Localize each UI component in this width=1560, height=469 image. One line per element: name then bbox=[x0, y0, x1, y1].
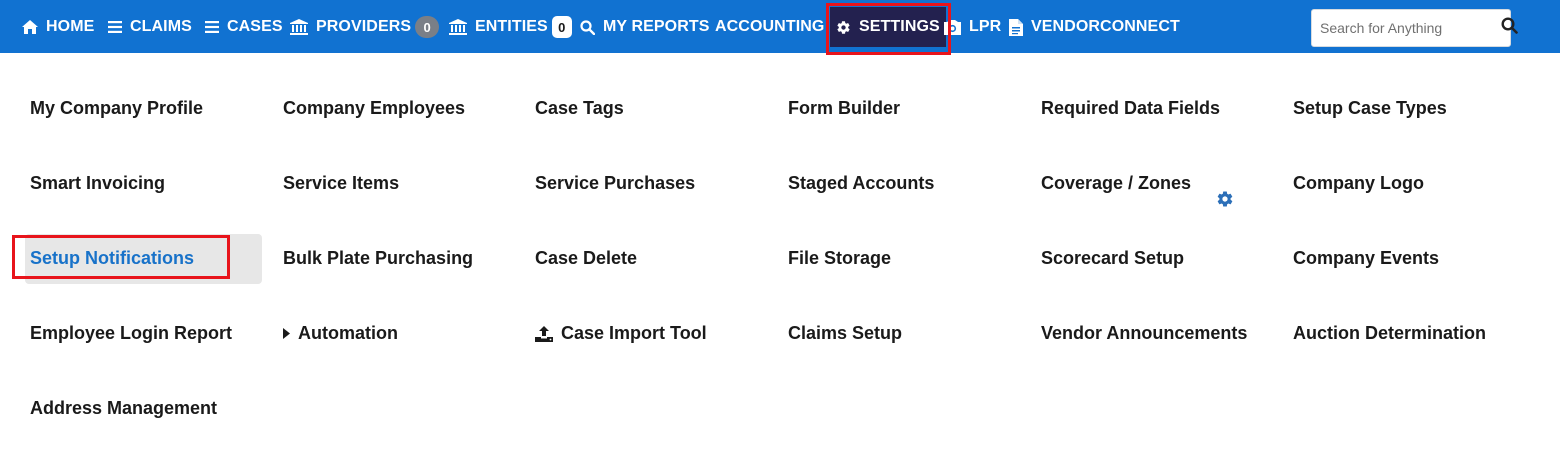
nav-my-reports[interactable]: MY REPORTS bbox=[580, 7, 710, 47]
menu-coverage-zones[interactable]: Coverage / Zones bbox=[1041, 173, 1191, 194]
nav-home-label: HOME bbox=[46, 18, 95, 35]
nav-vendorconnect[interactable]: VENDORCONNECT bbox=[1009, 7, 1180, 47]
menu-bulk-plate-purchasing[interactable]: Bulk Plate Purchasing bbox=[283, 248, 473, 269]
menu-setup-notifications[interactable]: Setup Notifications bbox=[30, 248, 194, 269]
nav-providers[interactable]: PROVIDERS 0 bbox=[290, 7, 440, 47]
menu-employee-login-report[interactable]: Employee Login Report bbox=[30, 323, 232, 344]
menu-staged-accounts[interactable]: Staged Accounts bbox=[788, 173, 934, 194]
nav-cases[interactable]: CASES bbox=[205, 7, 283, 47]
search-icon bbox=[1501, 17, 1518, 39]
nav-settings-label: SETTINGS bbox=[859, 18, 940, 35]
hamburger-icon bbox=[108, 21, 122, 33]
nav-vendorconnect-label: VENDORCONNECT bbox=[1031, 18, 1180, 35]
menu-case-tags[interactable]: Case Tags bbox=[535, 98, 624, 119]
menu-case-import-tool[interactable]: Case Import Tool bbox=[535, 323, 707, 344]
menu-company-employees[interactable]: Company Employees bbox=[283, 98, 465, 119]
upload-icon bbox=[535, 325, 553, 342]
global-search bbox=[1311, 9, 1518, 47]
menu-case-import-tool-label: Case Import Tool bbox=[561, 323, 707, 343]
nav-my-reports-label: MY REPORTS bbox=[603, 18, 710, 35]
gear-icon bbox=[836, 20, 851, 35]
menu-my-company-profile[interactable]: My Company Profile bbox=[30, 98, 203, 119]
nav-claims-label: CLAIMS bbox=[130, 18, 192, 35]
nav-claims[interactable]: CLAIMS bbox=[108, 7, 192, 47]
menu-auction-determination[interactable]: Auction Determination bbox=[1293, 323, 1486, 344]
menu-service-purchases[interactable]: Service Purchases bbox=[535, 173, 695, 194]
menu-required-data-fields[interactable]: Required Data Fields bbox=[1041, 98, 1220, 119]
nav-accounting[interactable]: ACCOUNTING bbox=[715, 7, 824, 47]
nav-settings[interactable]: SETTINGS bbox=[830, 7, 946, 47]
search-button[interactable] bbox=[1501, 10, 1518, 46]
nav-lpr[interactable]: LPR bbox=[944, 7, 1001, 47]
nav-lpr-label: LPR bbox=[969, 18, 1002, 35]
home-icon bbox=[22, 20, 38, 34]
document-icon bbox=[1009, 18, 1023, 36]
search-icon bbox=[580, 19, 595, 35]
providers-count-badge: 0 bbox=[415, 16, 440, 38]
menu-address-management[interactable]: Address Management bbox=[30, 398, 217, 419]
menu-company-events[interactable]: Company Events bbox=[1293, 248, 1439, 269]
camera-icon bbox=[944, 19, 961, 35]
menu-service-items[interactable]: Service Items bbox=[283, 173, 399, 194]
nav-home[interactable]: HOME bbox=[22, 7, 94, 47]
nav-entities[interactable]: ENTITIES 0 bbox=[449, 7, 572, 47]
caret-right-icon bbox=[283, 328, 290, 339]
search-input[interactable] bbox=[1312, 10, 1501, 46]
menu-vendor-announcements[interactable]: Vendor Announcements bbox=[1041, 323, 1247, 344]
gear-icon[interactable] bbox=[1216, 190, 1234, 213]
hamburger-icon bbox=[205, 21, 219, 33]
menu-company-logo[interactable]: Company Logo bbox=[1293, 173, 1424, 194]
nav-providers-label: PROVIDERS bbox=[316, 18, 412, 35]
menu-file-storage[interactable]: File Storage bbox=[788, 248, 891, 269]
menu-claims-setup[interactable]: Claims Setup bbox=[788, 323, 902, 344]
menu-case-delete[interactable]: Case Delete bbox=[535, 248, 637, 269]
nav-entities-label: ENTITIES bbox=[475, 18, 548, 35]
nav-accounting-label: ACCOUNTING bbox=[715, 18, 825, 35]
nav-cases-label: CASES bbox=[227, 18, 283, 35]
menu-scorecard-setup[interactable]: Scorecard Setup bbox=[1041, 248, 1184, 269]
menu-smart-invoicing[interactable]: Smart Invoicing bbox=[30, 173, 165, 194]
menu-form-builder[interactable]: Form Builder bbox=[788, 98, 900, 119]
menu-setup-case-types[interactable]: Setup Case Types bbox=[1293, 98, 1447, 119]
menu-automation-label: Automation bbox=[298, 323, 398, 343]
top-nav-bar: HOME CLAIMS CASES PROVIDERS 0 ENTITIES 0… bbox=[0, 0, 1560, 53]
entities-count-badge: 0 bbox=[551, 16, 572, 38]
bank-icon bbox=[290, 19, 308, 35]
menu-automation[interactable]: Automation bbox=[283, 323, 398, 344]
bank-icon bbox=[449, 19, 467, 35]
